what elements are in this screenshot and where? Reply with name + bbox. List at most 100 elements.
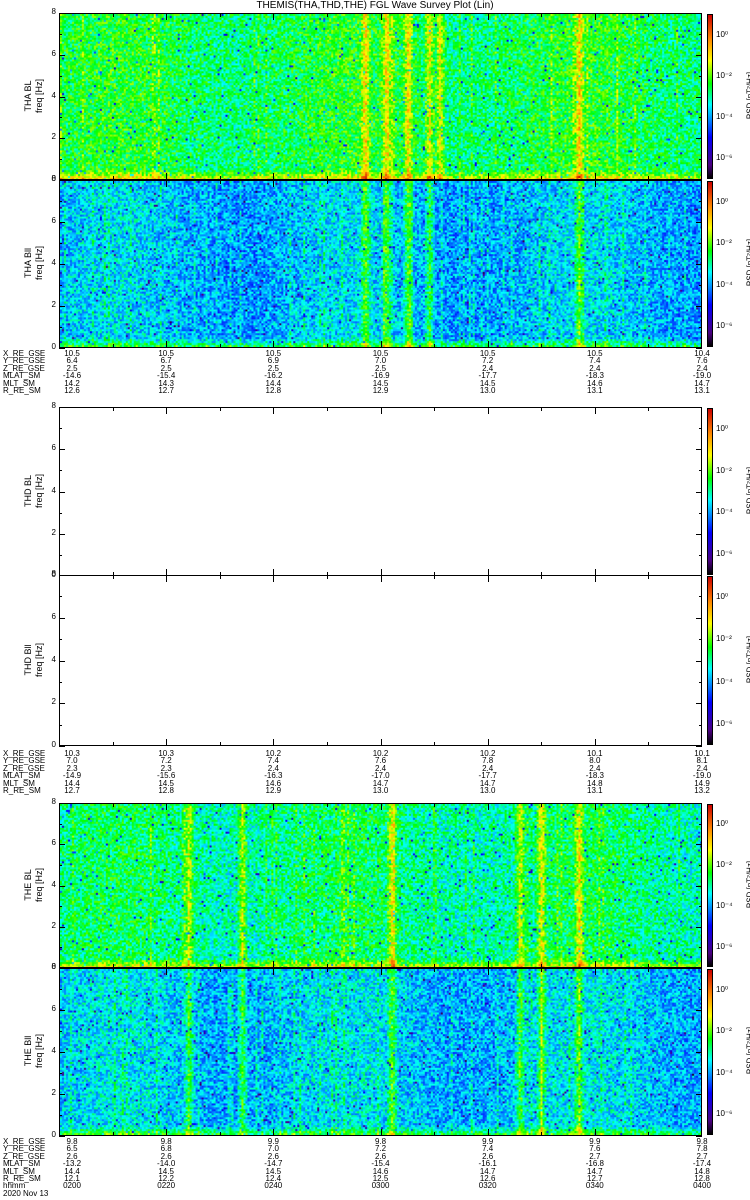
y-minor-tick bbox=[699, 596, 702, 598]
y-tick-label: 6 bbox=[51, 216, 56, 225]
y-tick-mark bbox=[696, 54, 702, 56]
y-tick-label: 2 bbox=[51, 527, 56, 537]
spectrogram-panel-thd-bl bbox=[59, 407, 702, 576]
ephemeris-value: 13.1 bbox=[694, 386, 710, 395]
x-tick-mark bbox=[166, 1129, 168, 1136]
x-tick-mark bbox=[541, 344, 543, 348]
y-tick-mark bbox=[59, 54, 65, 56]
x-tick-mark bbox=[434, 180, 436, 184]
x-tick-mark bbox=[594, 739, 596, 746]
y-minor-tick bbox=[59, 947, 62, 949]
y-tick-mark bbox=[59, 703, 65, 705]
ephemeris-value: 12.7 bbox=[64, 786, 80, 795]
x-tick-mark bbox=[326, 742, 328, 746]
y-minor-tick bbox=[59, 470, 62, 472]
x-tick-mark bbox=[380, 968, 382, 975]
y-minor-tick bbox=[59, 428, 62, 430]
colorbar-tick-label: 10⁰ bbox=[716, 819, 729, 829]
x-tick-mark bbox=[434, 344, 436, 348]
y-axis-label: freq [Hz] bbox=[34, 246, 44, 281]
x-tick-mark bbox=[166, 180, 168, 187]
y-tick-mark bbox=[59, 660, 65, 662]
ephemeris-value: 13.1 bbox=[587, 786, 603, 795]
y-tick-mark bbox=[59, 180, 65, 181]
y-tick-mark bbox=[59, 533, 65, 535]
y-tick-label: 4 bbox=[51, 879, 56, 889]
x-tick-mark bbox=[648, 1132, 650, 1136]
y-tick-mark bbox=[59, 96, 65, 98]
x-tick-mark bbox=[380, 13, 382, 20]
time-tick-label: 0300 bbox=[371, 1181, 390, 1191]
x-tick-mark bbox=[648, 575, 650, 579]
y-tick-mark bbox=[59, 1052, 65, 1053]
x-tick-mark bbox=[648, 968, 650, 972]
y-minor-tick bbox=[59, 201, 62, 202]
y-minor-tick bbox=[59, 159, 62, 161]
y-tick-label: 8 bbox=[51, 7, 56, 16]
time-tick-label: 0340 bbox=[585, 1181, 604, 1191]
x-tick-mark bbox=[273, 407, 275, 414]
ephemeris-value: 12.9 bbox=[372, 386, 389, 395]
y-tick-mark bbox=[59, 926, 65, 928]
colorbar-tick-label: 10⁻⁶ bbox=[716, 321, 733, 331]
x-tick-mark bbox=[487, 575, 489, 582]
y-tick-label: 2 bbox=[51, 300, 56, 309]
x-tick-mark bbox=[166, 968, 168, 975]
y-minor-tick bbox=[699, 327, 702, 328]
x-tick-mark bbox=[541, 407, 543, 411]
x-tick-mark bbox=[326, 180, 328, 184]
y-tick-mark bbox=[59, 13, 65, 14]
colorbar-label: PSD [nT²/Hz] bbox=[745, 238, 750, 287]
x-tick-mark bbox=[541, 968, 543, 972]
ephemeris-value: 13.0 bbox=[479, 786, 496, 795]
y-tick-mark bbox=[59, 575, 65, 576]
spectrogram-panel-thd-bll bbox=[59, 575, 702, 746]
x-tick-mark bbox=[541, 742, 543, 746]
colorbar bbox=[707, 576, 713, 745]
x-tick-mark bbox=[219, 968, 221, 972]
y-tick-mark bbox=[696, 306, 702, 307]
y-minor-tick bbox=[699, 864, 702, 866]
y-tick-mark bbox=[696, 533, 702, 535]
colorbar-label: PSD [nT²/Hz] bbox=[745, 466, 750, 514]
y-tick-mark bbox=[59, 968, 65, 969]
x-tick-mark bbox=[219, 407, 221, 411]
colorbar-label: PSD [nT²/Hz] bbox=[745, 1026, 750, 1075]
colorbar-tick-label: 10⁰ bbox=[716, 592, 729, 602]
spectrogram-image bbox=[60, 969, 701, 1135]
ephemeris-value: 12.6 bbox=[64, 386, 80, 395]
y-tick-label: 6 bbox=[51, 838, 56, 848]
y-tick-label: 8 bbox=[51, 401, 56, 410]
y-tick-label: 4 bbox=[51, 90, 56, 100]
y-minor-tick bbox=[59, 823, 62, 825]
x-tick-mark bbox=[594, 180, 596, 187]
y-axis-label: freq [Hz] bbox=[34, 642, 44, 677]
x-tick-mark bbox=[541, 180, 543, 184]
y-minor-tick bbox=[59, 906, 62, 908]
x-tick-mark bbox=[487, 407, 489, 414]
x-tick-mark bbox=[380, 961, 382, 968]
date-label: 2020 Nov 13 bbox=[3, 1188, 49, 1198]
x-tick-mark bbox=[594, 961, 596, 968]
y-minor-tick bbox=[59, 33, 62, 35]
x-tick-mark bbox=[219, 1132, 221, 1136]
y-tick-mark bbox=[696, 803, 702, 804]
x-tick-mark bbox=[273, 739, 275, 746]
y-axis-label: freq [Hz] bbox=[34, 78, 44, 113]
y-tick-mark bbox=[59, 264, 65, 265]
y-tick-label: 6 bbox=[51, 611, 56, 621]
colorbar-tick-label: 10⁻⁶ bbox=[716, 1109, 733, 1119]
y-tick-label: 6 bbox=[51, 443, 56, 453]
y-tick-mark bbox=[59, 746, 65, 747]
y-tick-mark bbox=[59, 844, 65, 846]
time-tick-label: 0200 bbox=[63, 1181, 81, 1191]
spectrogram-panel-tha-bll bbox=[59, 180, 702, 348]
y-tick-mark bbox=[59, 617, 65, 619]
panel-label: THA BL bbox=[23, 80, 33, 112]
y-minor-tick bbox=[699, 470, 702, 472]
y-minor-tick bbox=[699, 1115, 702, 1116]
colorbar-tick-label: 10⁻⁴ bbox=[716, 112, 733, 122]
y-tick-mark bbox=[696, 13, 702, 14]
x-tick-mark bbox=[219, 575, 221, 579]
y-tick-mark bbox=[696, 1010, 702, 1011]
